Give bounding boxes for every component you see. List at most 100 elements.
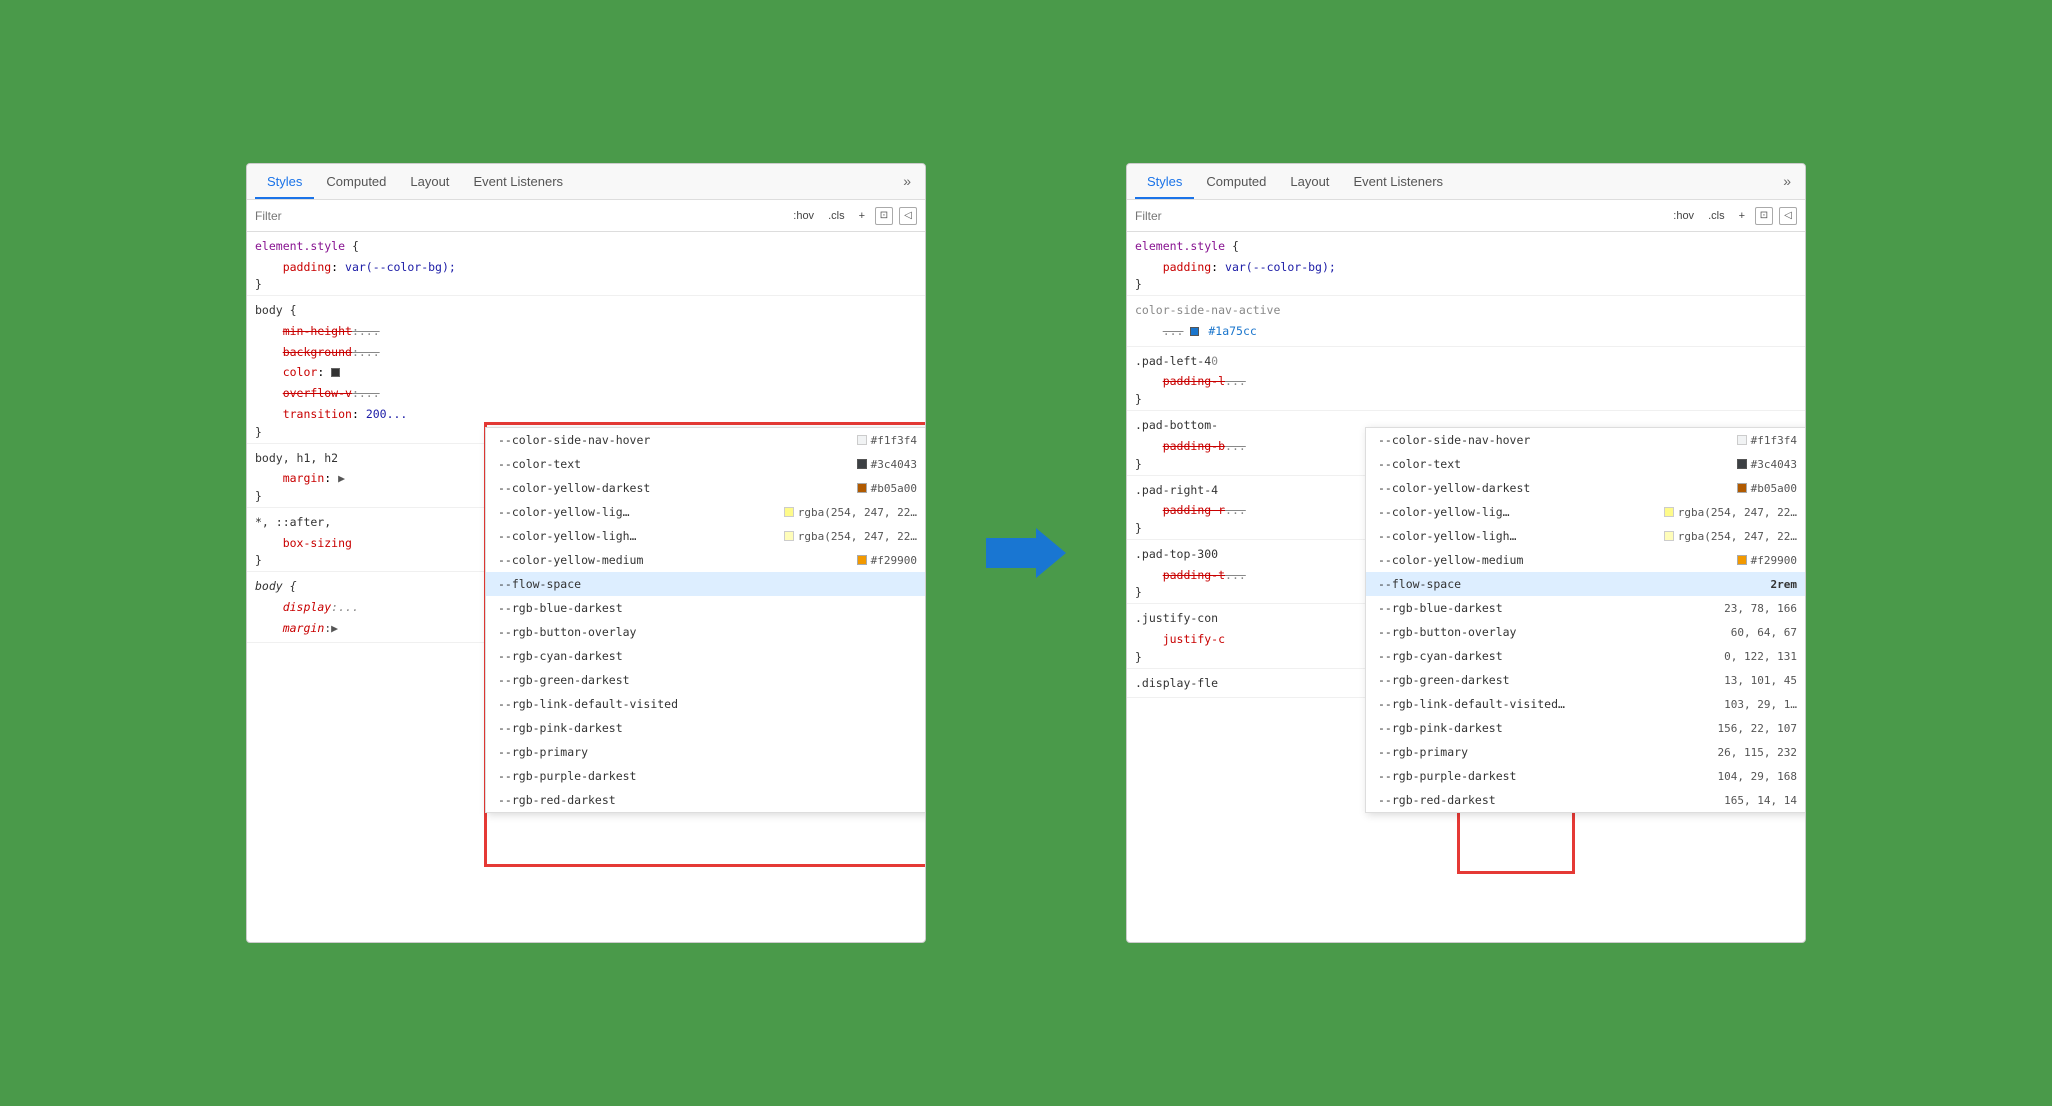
left-autocomplete-item-12[interactable]: --rgb-pink-darkest (486, 716, 925, 740)
left-css-block-element-style: element.style { padding: var(--color-bg)… (247, 232, 925, 296)
right-autocomplete-item-2[interactable]: --color-yellow-darkest #b05a00 (1366, 476, 1805, 500)
left-autocomplete-item-15[interactable]: --rgb-red-darkest (486, 788, 925, 812)
right-ac-value-10: 13, 101, 45 (1724, 674, 1797, 687)
left-ac-swatch-2 (857, 483, 867, 493)
left-autocomplete-item-4[interactable]: --color-yellow-ligh… rgba(254, 247, 22… (486, 524, 925, 548)
left-ac-value-4: rgba(254, 247, 22… (784, 530, 917, 543)
left-tab-computed[interactable]: Computed (314, 166, 398, 199)
left-autocomplete-item-2[interactable]: --color-yellow-darkest #b05a00 (486, 476, 925, 500)
left-autocomplete-item-13[interactable]: --rgb-primary (486, 740, 925, 764)
right-autocomplete-item-13[interactable]: --rgb-primary 26, 115, 232 (1366, 740, 1805, 764)
right-ac-name-10: --rgb-green-darkest (1378, 673, 1510, 687)
left-filter-icon-back[interactable]: ◁ (899, 207, 917, 225)
left-selector-body: body { (255, 300, 917, 321)
left-tab-layout[interactable]: Layout (398, 166, 461, 199)
left-autocomplete-item-11[interactable]: --rgb-link-default-visited (486, 692, 925, 716)
left-css-block-body: body { min-height:... background:... col… (247, 296, 925, 443)
left-autocomplete-item-14[interactable]: --rgb-purple-darkest (486, 764, 925, 788)
right-ac-swatch-0 (1737, 435, 1747, 445)
right-panel-wrapper: Styles Computed Layout Event Listeners »… (1126, 163, 1806, 943)
left-prop-overflow: overflow-v:... (255, 383, 917, 404)
right-autocomplete-item-7[interactable]: --rgb-blue-darkest 23, 78, 166 (1366, 596, 1805, 620)
left-prop-transition: transition: 200... (255, 404, 917, 425)
left-autocomplete-item-0[interactable]: --color-side-nav-hover #f1f3f4 (486, 428, 925, 452)
left-ac-swatch-1 (857, 459, 867, 469)
right-autocomplete-item-8[interactable]: --rgb-button-overlay 60, 64, 67 (1366, 620, 1805, 644)
left-selector-element-style: element.style { (255, 236, 917, 257)
right-devtools-panel: Styles Computed Layout Event Listeners »… (1126, 163, 1806, 943)
left-panel-wrapper: Styles Computed Layout Event Listeners »… (246, 163, 926, 943)
right-tab-layout[interactable]: Layout (1278, 166, 1341, 199)
left-filter-input[interactable] (255, 209, 781, 223)
left-filter-actions: :hov .cls + ⊡ ◁ (789, 207, 917, 225)
right-tab-event-listeners[interactable]: Event Listeners (1341, 166, 1455, 199)
left-devtools-panel: Styles Computed Layout Event Listeners »… (246, 163, 926, 943)
right-ac-value-3: rgba(254, 247, 22… (1664, 506, 1797, 519)
right-ac-value-4: rgba(254, 247, 22… (1664, 530, 1797, 543)
right-filter-hov[interactable]: :hov (1669, 208, 1698, 224)
right-filter-actions: :hov .cls + ⊡ ◁ (1669, 207, 1797, 225)
left-ac-name-13: --rgb-primary (498, 745, 588, 759)
right-autocomplete-item-1[interactable]: --color-text #3c4043 (1366, 452, 1805, 476)
right-filter-icon-box[interactable]: ⊡ (1755, 207, 1773, 225)
right-ac-swatch-3 (1664, 507, 1674, 517)
right-autocomplete-item-12[interactable]: --rgb-pink-darkest 156, 22, 107 (1366, 716, 1805, 740)
left-panel-content: element.style { padding: var(--color-bg)… (247, 232, 925, 942)
right-ac-value-12: 156, 22, 107 (1718, 722, 1797, 735)
right-ac-value-15: 165, 14, 14 (1724, 794, 1797, 807)
right-ac-name-15: --rgb-red-darkest (1378, 793, 1496, 807)
right-selector-nav-active: color-side-nav-active (1135, 300, 1797, 321)
right-autocomplete-item-5[interactable]: --color-yellow-medium #f29900 (1366, 548, 1805, 572)
left-tab-more[interactable]: » (897, 173, 917, 191)
right-autocomplete-item-6[interactable]: --flow-space 2rem (1366, 572, 1805, 596)
left-prop-min-height: min-height:... (255, 321, 917, 342)
left-ac-name-3: --color-yellow-lig… (498, 505, 630, 519)
right-autocomplete-item-9[interactable]: --rgb-cyan-darkest 0, 122, 131 (1366, 644, 1805, 668)
right-autocomplete-item-3[interactable]: --color-yellow-lig… rgba(254, 247, 22… (1366, 500, 1805, 524)
right-tab-more[interactable]: » (1777, 173, 1797, 191)
left-autocomplete-item-3[interactable]: --color-yellow-lig… rgba(254, 247, 22… (486, 500, 925, 524)
right-autocomplete-item-15[interactable]: --rgb-red-darkest 165, 14, 14 (1366, 788, 1805, 812)
left-autocomplete-item-9[interactable]: --rgb-cyan-darkest (486, 644, 925, 668)
left-filter-icon-box[interactable]: ⊡ (875, 207, 893, 225)
left-filter-hov[interactable]: :hov (789, 208, 818, 224)
left-filter-plus[interactable]: + (855, 208, 869, 224)
left-ac-name-10: --rgb-green-darkest (498, 673, 630, 687)
right-ac-name-7: --rgb-blue-darkest (1378, 601, 1503, 615)
left-tab-styles[interactable]: Styles (255, 166, 314, 199)
left-ac-name-12: --rgb-pink-darkest (498, 721, 623, 735)
left-autocomplete-dropdown: --color-side-nav-hover #f1f3f4 --color-t… (485, 427, 925, 813)
right-tab-computed[interactable]: Computed (1194, 166, 1278, 199)
right-ac-name-11: --rgb-link-default-visited… (1378, 697, 1565, 711)
left-ac-name-2: --color-yellow-darkest (498, 481, 650, 495)
left-autocomplete-item-6[interactable]: --flow-space (486, 572, 925, 596)
right-filter-input[interactable] (1135, 209, 1661, 223)
right-tab-styles[interactable]: Styles (1135, 166, 1194, 199)
left-ac-name-15: --rgb-red-darkest (498, 793, 616, 807)
right-ac-value-9: 0, 122, 131 (1724, 650, 1797, 663)
left-ac-name-9: --rgb-cyan-darkest (498, 649, 623, 663)
right-autocomplete-item-0[interactable]: --color-side-nav-hover #f1f3f4 (1366, 428, 1805, 452)
right-autocomplete-item-11[interactable]: --rgb-link-default-visited… 103, 29, 1… (1366, 692, 1805, 716)
right-css-block-nav-active: color-side-nav-active ... #1a75cc (1127, 296, 1805, 346)
left-autocomplete-item-7[interactable]: --rgb-blue-darkest (486, 596, 925, 620)
right-autocomplete-item-10[interactable]: --rgb-green-darkest 13, 101, 45 (1366, 668, 1805, 692)
left-filter-cls[interactable]: .cls (824, 208, 849, 224)
left-autocomplete-item-5[interactable]: --color-yellow-medium #f29900 (486, 548, 925, 572)
right-filter-cls[interactable]: .cls (1704, 208, 1729, 224)
left-autocomplete-item-10[interactable]: --rgb-green-darkest (486, 668, 925, 692)
right-ac-name-1: --color-text (1378, 457, 1461, 471)
right-ac-name-2: --color-yellow-darkest (1378, 481, 1530, 495)
left-filter-bar: :hov .cls + ⊡ ◁ (247, 200, 925, 232)
right-filter-icon-back[interactable]: ◁ (1779, 207, 1797, 225)
right-autocomplete-item-14[interactable]: --rgb-purple-darkest 104, 29, 168 (1366, 764, 1805, 788)
right-ac-value-5: #f29900 (1737, 554, 1797, 567)
left-autocomplete-item-8[interactable]: --rgb-button-overlay (486, 620, 925, 644)
left-ac-name-5: --color-yellow-medium (498, 553, 643, 567)
left-autocomplete-item-1[interactable]: --color-text #3c4043 (486, 452, 925, 476)
right-autocomplete-item-4[interactable]: --color-yellow-ligh… rgba(254, 247, 22… (1366, 524, 1805, 548)
right-prop-pad-left: padding-l... (1135, 371, 1797, 392)
left-tab-event-listeners[interactable]: Event Listeners (461, 166, 575, 199)
right-filter-plus[interactable]: + (1735, 208, 1749, 224)
left-prop-color: color: (255, 362, 917, 383)
